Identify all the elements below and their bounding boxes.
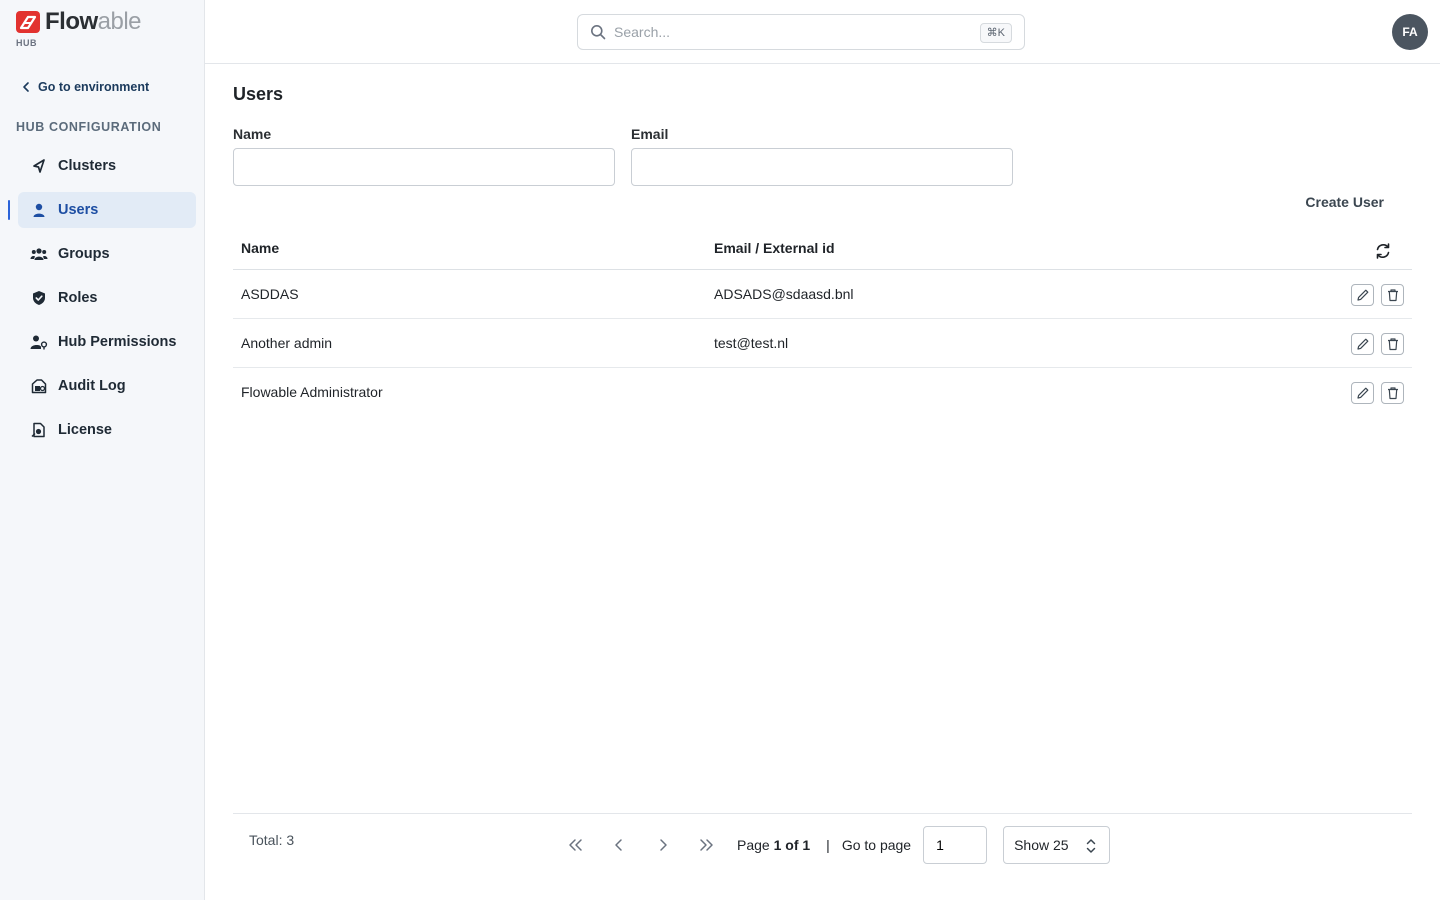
refresh-icon[interactable] xyxy=(1374,242,1392,260)
sidebar-item-label: Roles xyxy=(58,290,98,306)
sidebar-item-hub-permissions[interactable]: Hub Permissions xyxy=(18,324,196,360)
pencil-icon xyxy=(1356,387,1368,399)
user-email-cell: ADSADS@sdaasd.bnl xyxy=(714,286,854,302)
user-email-cell: test@test.nl xyxy=(714,335,789,351)
table-row[interactable]: Another admin test@test.nl xyxy=(233,319,1412,368)
search-input[interactable] xyxy=(614,24,954,40)
shield-icon xyxy=(30,289,48,307)
previous-page-button[interactable] xyxy=(599,830,639,860)
sidebar-item-roles[interactable]: Roles xyxy=(18,280,196,316)
pagination-separator: | xyxy=(826,837,830,853)
avatar[interactable]: FA xyxy=(1392,14,1428,50)
sidebar-item-label: Hub Permissions xyxy=(58,334,177,350)
delete-button[interactable] xyxy=(1381,382,1404,404)
sidebar-nav: Clusters Users Groups Roles Hub Permissi… xyxy=(8,148,196,456)
flowable-logo[interactable]: Flowable xyxy=(16,8,142,35)
user-name-cell: Another admin xyxy=(241,335,333,351)
create-user-button[interactable]: Create User xyxy=(1305,194,1384,210)
last-page-button[interactable] xyxy=(687,830,727,860)
row-actions xyxy=(1351,382,1404,404)
page-size-value: Show 25 xyxy=(1014,837,1069,853)
sidebar-item-groups[interactable]: Groups xyxy=(18,236,196,272)
edit-button[interactable] xyxy=(1351,333,1374,355)
sidebar-item-clusters[interactable]: Clusters xyxy=(18,148,196,184)
pagination: Page 1 of 1 | Go to page Show 25 xyxy=(555,826,1111,864)
sidebar-item-label: Users xyxy=(58,202,99,218)
email-filter-input[interactable] xyxy=(631,148,1013,186)
search-shortcut-badge: ⌘K xyxy=(979,23,1012,43)
chevron-left-icon xyxy=(23,82,29,92)
trash-icon xyxy=(1387,289,1398,302)
search-box[interactable]: ⌘K xyxy=(577,14,1025,50)
go-to-page-label: Go to page xyxy=(841,837,912,853)
clusters-icon xyxy=(30,157,48,175)
chevrons-right-icon xyxy=(700,839,713,851)
user-name-cell: Flowable Administrator xyxy=(241,384,383,400)
column-header-email[interactable]: Email / External id xyxy=(714,240,835,256)
sidebar-item-label: License xyxy=(58,422,112,438)
search-icon xyxy=(591,25,606,40)
go-to-environment-label: Go to environment xyxy=(38,80,150,94)
chevron-left-icon xyxy=(615,839,622,851)
user-icon xyxy=(30,201,48,219)
logo-subtitle: HUB xyxy=(16,38,37,48)
name-filter-label: Name xyxy=(233,126,272,142)
page-title: Users xyxy=(233,84,284,104)
table-row[interactable]: ASDDAS ADSADS@sdaasd.bnl xyxy=(233,270,1412,319)
table-footer: Total: 3 Page 1 of 1 | Go to page Show 2… xyxy=(233,813,1412,900)
main-content: Users Name Email Create User Name Email … xyxy=(233,64,1412,900)
page-size-select[interactable]: Show 25 xyxy=(1003,826,1111,864)
users-table: Name Email / External id ASDDAS ADSADS@s… xyxy=(233,226,1412,417)
select-arrows-icon xyxy=(1086,839,1096,853)
sidebar-section-title: HUB CONFIGURATION xyxy=(16,120,162,134)
chevrons-left-icon xyxy=(569,839,582,851)
license-icon xyxy=(30,421,48,439)
user-name-cell: ASDDAS xyxy=(241,286,299,302)
column-header-name[interactable]: Name xyxy=(241,240,279,256)
table-header: Name Email / External id xyxy=(233,226,1412,270)
total-count: Total: 3 xyxy=(249,832,295,848)
sidebar-item-label: Groups xyxy=(58,246,110,262)
go-to-environment-link[interactable]: Go to environment xyxy=(18,79,149,95)
next-page-button[interactable] xyxy=(643,830,683,860)
sidebar-item-audit-log[interactable]: Audit Log xyxy=(18,368,196,404)
trash-icon xyxy=(1387,387,1398,400)
go-to-page-input[interactable] xyxy=(923,826,988,864)
pencil-icon xyxy=(1356,289,1368,301)
delete-button[interactable] xyxy=(1381,284,1404,306)
delete-button[interactable] xyxy=(1381,333,1404,355)
name-filter-input[interactable] xyxy=(233,148,615,186)
sidebar-item-label: Clusters xyxy=(58,158,117,174)
sidebar-item-users[interactable]: Users xyxy=(8,192,196,228)
edit-button[interactable] xyxy=(1351,382,1374,404)
chevron-right-icon xyxy=(660,839,667,851)
top-bar: ⌘K FA xyxy=(205,0,1440,64)
first-page-button[interactable] xyxy=(555,830,595,860)
audit-icon xyxy=(30,377,48,395)
trash-icon xyxy=(1387,338,1398,351)
logo-text: Flowable xyxy=(45,8,142,35)
email-filter-label: Email xyxy=(631,126,669,142)
sidebar: Flowable HUB Go to environment HUB CONFI… xyxy=(0,0,205,900)
groups-icon xyxy=(30,245,48,263)
sidebar-item-license[interactable]: License xyxy=(18,412,196,448)
edit-button[interactable] xyxy=(1351,284,1374,306)
row-actions xyxy=(1351,333,1404,355)
user-key-icon xyxy=(30,333,48,351)
row-actions xyxy=(1351,284,1404,306)
flowable-logo-icon xyxy=(16,11,40,33)
page-status: Page 1 of 1 xyxy=(737,837,811,853)
sidebar-item-label: Audit Log xyxy=(58,378,126,394)
table-row[interactable]: Flowable Administrator xyxy=(233,368,1412,417)
pencil-icon xyxy=(1356,338,1368,350)
